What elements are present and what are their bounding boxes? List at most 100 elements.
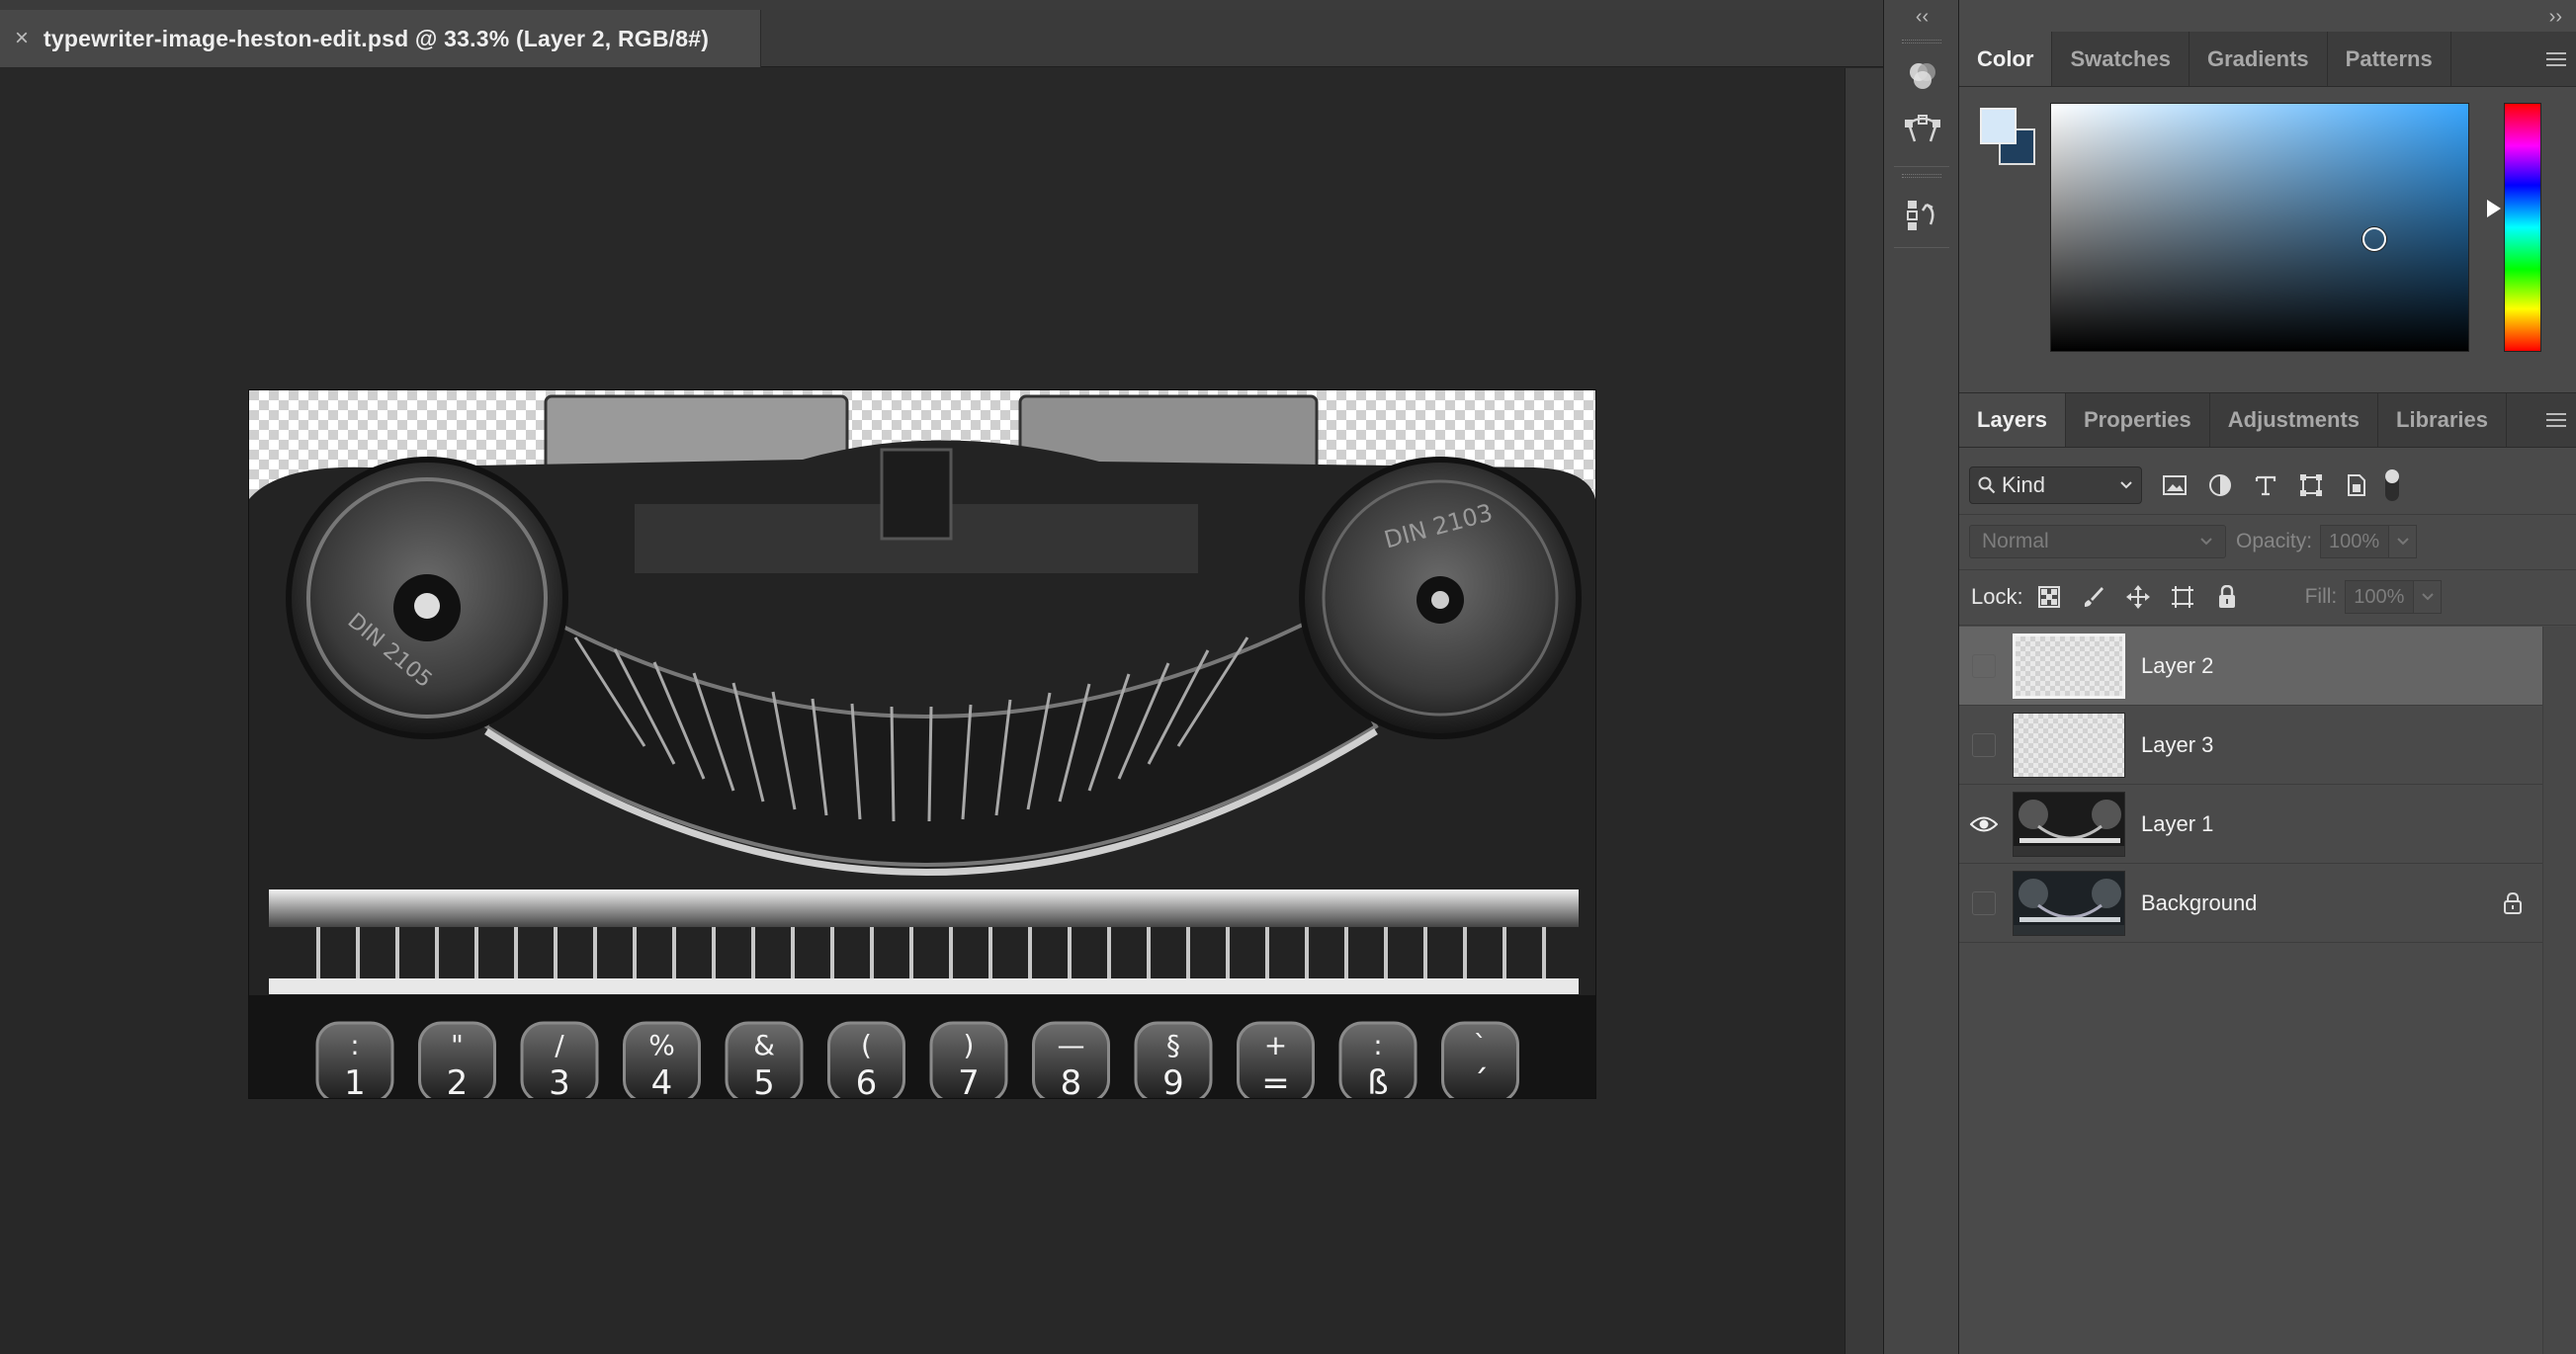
filter-toggle-switch[interactable]: [2385, 469, 2399, 501]
canvas-vertical-scrollbar[interactable]: [1845, 68, 1883, 1354]
fill-dropdown-button[interactable]: [2414, 580, 2443, 614]
layer-row-layer-1[interactable]: Layer 1: [1959, 785, 2542, 864]
opacity-input[interactable]: 100%: [2320, 525, 2390, 558]
pixel-layer-filter-icon[interactable]: [2152, 465, 2197, 506]
lock-position-icon[interactable]: [2116, 577, 2161, 617]
layer-name[interactable]: Layer 1: [2141, 811, 2542, 837]
lock-artboard-icon[interactable]: [2161, 577, 2205, 617]
blend-mode-value: Normal: [1982, 530, 2049, 552]
typewriter-key: &5: [725, 1021, 804, 1098]
key-lever-comb: [269, 889, 1579, 927]
tab-layers[interactable]: Layers: [1959, 393, 2066, 447]
key-lower-label: 2: [447, 1063, 469, 1098]
tab-properties[interactable]: Properties: [2066, 393, 2210, 447]
space-bar-rail: [269, 978, 1579, 994]
lock-transparent-pixels-icon[interactable]: [2027, 577, 2072, 617]
divider: [1894, 166, 1949, 167]
typewriter-key: /3: [520, 1021, 599, 1098]
key-upper-label: %: [648, 1029, 675, 1061]
saturation-brightness-field[interactable]: [2050, 103, 2469, 352]
opacity-dropdown-button[interactable]: [2389, 525, 2418, 558]
close-tab-icon[interactable]: ×: [0, 25, 43, 52]
layer-lock-icon[interactable]: [2483, 891, 2542, 914]
visibility-toggle[interactable]: [1959, 706, 2009, 785]
panel-icon-column: ‹‹: [1883, 0, 1959, 1354]
fill-input[interactable]: 100%: [2345, 580, 2415, 614]
lock-all-icon[interactable]: [2205, 577, 2250, 617]
lock-label: Lock:: [1971, 584, 2023, 609]
visibility-off-box: [1972, 732, 1996, 757]
layer-name[interactable]: Layer 3: [2141, 732, 2542, 758]
document-tab[interactable]: × typewriter-image-heston-edit.psd @ 33.…: [0, 10, 761, 67]
layers-scrollbar[interactable]: [2542, 627, 2576, 1354]
key-lower-label: ´: [1472, 1063, 1489, 1098]
history-icon[interactable]: [1902, 194, 1943, 235]
blend-mode-select[interactable]: Normal: [1969, 525, 2226, 558]
smart-object-filter-icon[interactable]: [2334, 465, 2379, 506]
typewriter-key: §9: [1134, 1021, 1213, 1098]
left-ribbon-spool: DIN 2105: [286, 457, 568, 739]
chevron-down-icon: [2120, 481, 2132, 489]
color-picker-cursor[interactable]: [2362, 227, 2386, 251]
typewriter-key: )7: [929, 1021, 1008, 1098]
lock-image-pixels-icon[interactable]: [2072, 577, 2116, 617]
collapse-panels-icon[interactable]: ››: [2549, 6, 2562, 29]
key-upper-label: §: [1166, 1029, 1180, 1061]
tab-swatches[interactable]: Swatches: [2052, 32, 2190, 86]
document-canvas-image[interactable]: DIN 2105 DIN 2103: 1 " 2 / 3 % 4 & 5 (…: [249, 390, 1595, 1098]
layer-thumbnail: [2013, 791, 2125, 857]
key-upper-label: :: [350, 1029, 359, 1061]
filter-kind-select[interactable]: Kind: [1969, 466, 2142, 504]
tab-color[interactable]: Color: [1959, 32, 2053, 86]
shape-layer-filter-icon[interactable]: [2288, 465, 2334, 506]
tab-gradients[interactable]: Gradients: [2190, 32, 2328, 86]
document-title: typewriter-image-heston-edit.psd @ 33.3%…: [43, 25, 710, 51]
lock-fill-row: Lock: Fill: 100%: [1959, 569, 2576, 625]
layer-name[interactable]: Background: [2141, 890, 2483, 916]
layer-row-layer-2[interactable]: Layer 2: [1959, 627, 2542, 706]
color-channels-icon[interactable]: [1902, 55, 1943, 97]
visibility-off-box: [1972, 890, 1996, 915]
collapse-icons-icon[interactable]: ‹‹: [1884, 6, 1960, 29]
search-icon: [1978, 476, 1996, 494]
layer-row-layer-3[interactable]: Layer 3: [1959, 706, 2542, 785]
layer-row-background[interactable]: Background: [1959, 864, 2542, 943]
hue-slider[interactable]: [2504, 103, 2541, 352]
filter-kind-label: Kind: [2002, 472, 2046, 497]
key-lower-label: 3: [549, 1063, 570, 1098]
color-panel-tabs: Color Swatches Gradients Patterns: [1959, 32, 2576, 87]
adjustment-layer-filter-icon[interactable]: [2197, 465, 2243, 506]
panel-menu-icon[interactable]: [2536, 32, 2576, 86]
tab-libraries[interactable]: Libraries: [2378, 393, 2507, 447]
layer-name[interactable]: Layer 2: [2141, 653, 2542, 679]
visibility-toggle[interactable]: [1959, 785, 2009, 864]
hue-slider-handle[interactable]: [2487, 200, 2501, 217]
blend-opacity-row: Normal Opacity: 100%: [1959, 514, 2576, 569]
drag-grip[interactable]: [1902, 174, 1941, 178]
key-upper-label: ): [964, 1029, 975, 1061]
drag-grip[interactable]: [1902, 40, 1941, 43]
type-layer-filter-icon[interactable]: [2243, 465, 2288, 506]
key-lower-label: ß: [1367, 1063, 1388, 1098]
foreground-color-swatch[interactable]: [1980, 108, 2017, 144]
divider: [1894, 247, 1949, 248]
panel-menu-icon[interactable]: [2536, 393, 2576, 447]
visibility-off-box: [1972, 653, 1996, 678]
layers-panel-tabs: Layers Properties Adjustments Libraries: [1959, 392, 2576, 448]
paths-icon[interactable]: [1902, 111, 1943, 152]
layer-filter-bar: Kind: [1959, 457, 2576, 514]
divider: [1959, 625, 2576, 626]
key-lower-label: 7: [958, 1063, 980, 1098]
visibility-toggle[interactable]: [1959, 627, 2009, 706]
tab-adjustments[interactable]: Adjustments: [2210, 393, 2379, 447]
right-ribbon-spool: DIN 2103: [1299, 457, 1582, 739]
opacity-label: Opacity:: [2236, 530, 2313, 552]
eye-icon: [1970, 816, 1998, 831]
key-lower-label: =: [1261, 1063, 1290, 1098]
visibility-toggle[interactable]: [1959, 864, 2009, 943]
typewriter-key: —8: [1032, 1021, 1110, 1098]
typewriter-key: `´: [1441, 1021, 1519, 1098]
tab-patterns[interactable]: Patterns: [2328, 32, 2451, 86]
key-lower-label: 4: [651, 1063, 673, 1098]
key-lower-label: 6: [856, 1063, 878, 1098]
